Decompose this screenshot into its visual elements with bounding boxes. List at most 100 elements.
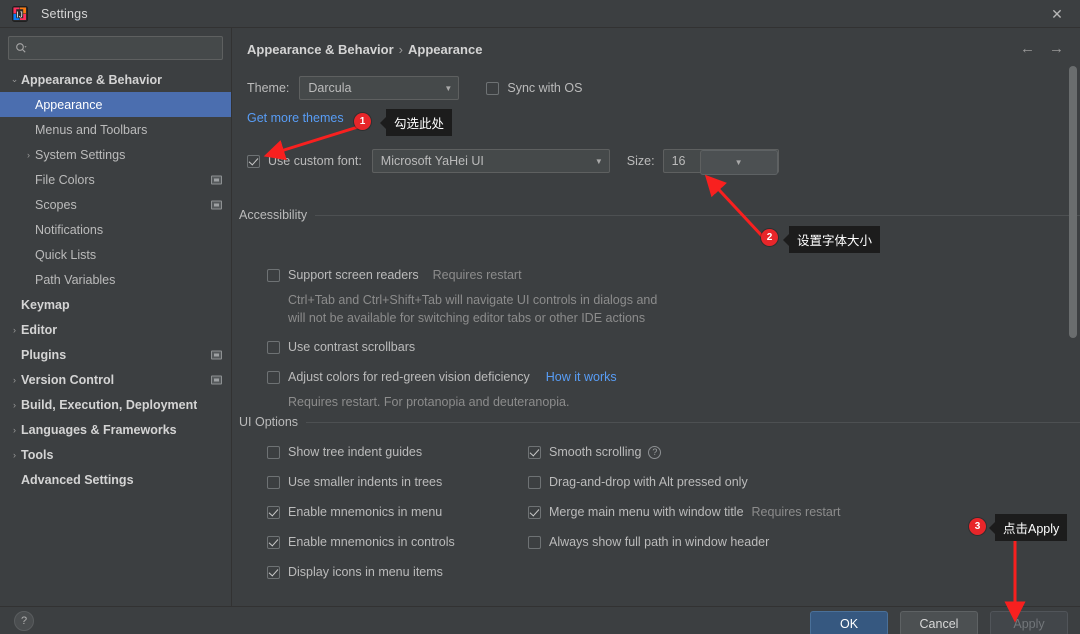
sidebar-item-label: Keymap — [21, 297, 70, 312]
screen-readers-description-line1: Ctrl+Tab and Ctrl+Shift+Tab will navigat… — [288, 293, 658, 307]
chevron-right-icon[interactable]: › — [8, 325, 21, 335]
theme-value: Darcula — [308, 81, 352, 95]
ui-option-row[interactable]: Merge main menu with window title Require… — [528, 505, 840, 519]
ui-option-checkbox[interactable] — [267, 535, 280, 549]
ui-options-group-header: UI Options — [239, 415, 1080, 429]
ui-options-title: UI Options — [239, 415, 299, 429]
sidebar-item-label: Appearance & Behavior — [21, 72, 163, 87]
dialog-footer: ? OK Cancel Apply — [0, 606, 1080, 634]
ok-button[interactable]: OK — [810, 611, 888, 634]
ui-option-row[interactable]: Use smaller indents in trees — [267, 475, 442, 489]
sidebar-item-label: System Settings — [35, 147, 126, 162]
ui-option-row[interactable]: Show tree indent guides — [267, 445, 422, 459]
sidebar-item-languages-frameworks[interactable]: › Languages & Frameworks — [0, 417, 231, 442]
scope-badge-icon — [211, 350, 222, 359]
ui-option-checkbox[interactable] — [267, 475, 280, 489]
sync-with-os-box[interactable] — [486, 81, 500, 95]
ui-option-checkbox[interactable] — [528, 535, 541, 549]
use-custom-font-checkbox[interactable] — [247, 154, 260, 168]
font-size-value: 16 — [671, 154, 686, 168]
sidebar-item-keymap[interactable]: Keymap — [0, 292, 231, 317]
use-contrast-scrollbars-label: Use contrast scrollbars — [288, 340, 416, 354]
sidebar-item-label: Appearance — [35, 97, 103, 112]
font-size-spinner[interactable]: 16 ▼ — [662, 149, 779, 175]
sidebar-item-plugins[interactable]: Plugins — [0, 342, 231, 367]
help-icon[interactable]: ? — [648, 445, 662, 459]
scope-badge-icon — [211, 175, 222, 184]
ui-option-label: Display icons in menu items — [288, 565, 443, 579]
sidebar-item-tools[interactable]: › Tools — [0, 442, 231, 467]
settings-dialog: IJ Settings ✕ ⌄ Appearance & Behavior Appe… — [0, 0, 1080, 634]
chevron-right-icon[interactable]: › — [22, 150, 35, 160]
chevron-right-icon[interactable]: › — [8, 375, 21, 385]
close-icon[interactable]: ✕ — [1034, 0, 1080, 28]
back-arrow-icon[interactable]: ← — [1020, 40, 1035, 57]
chevron-down-icon[interactable]: ⌄ — [8, 74, 21, 85]
sidebar-item-file-colors[interactable]: File Colors — [0, 167, 231, 192]
support-screen-readers-checkbox[interactable] — [267, 268, 280, 282]
accessibility-group-header: Accessibility — [239, 208, 1080, 222]
chevron-right-icon[interactable]: › — [8, 425, 21, 435]
sidebar-item-notifications[interactable]: Notifications — [0, 217, 231, 242]
theme-label: Theme: — [247, 81, 290, 95]
search-box[interactable] — [8, 36, 223, 60]
ui-option-row[interactable]: Enable mnemonics in controls — [267, 535, 455, 549]
sidebar-item-label: Build, Execution, Deployment — [21, 397, 198, 412]
ui-option-checkbox[interactable] — [267, 565, 280, 579]
ui-option-checkbox[interactable] — [267, 505, 280, 519]
ui-option-row[interactable]: Always show full path in window header — [528, 535, 769, 549]
ui-option-row[interactable]: Smooth scrolling? — [528, 445, 662, 459]
ui-option-checkbox[interactable] — [528, 445, 541, 459]
group-divider — [315, 214, 1080, 216]
use-custom-font-label: Use custom font: — [268, 154, 362, 168]
contrast-scrollbars-row: Use contrast scrollbars — [267, 340, 415, 354]
sidebar-item-build-execution-deployment[interactable]: › Build, Execution, Deployment — [0, 392, 231, 417]
search-input[interactable] — [32, 41, 212, 55]
annotation-tooltip-1: 勾选此处 — [386, 109, 453, 136]
sidebar-item-label: Scopes — [35, 197, 77, 212]
sidebar-item-appearance-behavior[interactable]: ⌄ Appearance & Behavior — [0, 67, 231, 92]
ui-option-checkbox[interactable] — [528, 505, 541, 519]
apply-button[interactable]: Apply — [990, 611, 1068, 634]
sidebar-item-scopes[interactable]: Scopes — [0, 192, 231, 217]
custom-font-row: Use custom font: Microsoft YaHei UI ▼ Si… — [247, 149, 779, 175]
breadcrumb-root[interactable]: Appearance & Behavior — [247, 42, 394, 57]
content-scrollbar[interactable] — [1069, 66, 1077, 338]
theme-row: Theme: Darcula ▼ Sync with OS — [247, 76, 582, 100]
how-it-works-link[interactable]: How it works — [546, 370, 617, 384]
ui-option-hint: Requires restart — [751, 505, 841, 519]
help-button[interactable]: ? — [14, 610, 34, 631]
forward-arrow-icon[interactable]: → — [1049, 40, 1064, 57]
ui-option-label: Enable mnemonics in controls — [288, 535, 455, 549]
sidebar-item-label: Menus and Toolbars — [35, 122, 148, 137]
sidebar-item-editor[interactable]: › Editor — [0, 317, 231, 342]
sidebar-item-advanced-settings[interactable]: Advanced Settings — [0, 467, 231, 492]
ui-option-row[interactable]: Enable mnemonics in menu — [267, 505, 442, 519]
adjust-colors-checkbox[interactable] — [267, 370, 280, 384]
sidebar-item-menus-and-toolbars[interactable]: Menus and Toolbars — [0, 117, 231, 142]
adjust-colors-description: Requires restart. For protanopia and deu… — [288, 395, 570, 409]
sidebar-item-quick-lists[interactable]: Quick Lists — [0, 242, 231, 267]
use-contrast-scrollbars-checkbox[interactable] — [267, 340, 280, 354]
ui-option-checkbox[interactable] — [267, 445, 280, 459]
theme-select[interactable]: Darcula ▼ — [299, 76, 460, 100]
breadcrumb: Appearance & Behavior › Appearance — [247, 42, 482, 57]
chevron-right-icon[interactable]: › — [8, 450, 21, 460]
sidebar-item-version-control[interactable]: › Version Control — [0, 367, 231, 392]
accessibility-title: Accessibility — [239, 208, 308, 222]
font-family-select[interactable]: Microsoft YaHei UI ▼ — [371, 149, 610, 173]
ui-option-row[interactable]: Drag-and-drop with Alt pressed only — [528, 475, 748, 489]
sync-with-os-checkbox[interactable]: Sync with OS — [486, 81, 582, 95]
chevron-right-icon[interactable]: › — [8, 400, 21, 410]
sidebar-item-path-variables[interactable]: Path Variables — [0, 267, 231, 292]
adjust-colors-label: Adjust colors for red-green vision defic… — [288, 370, 530, 384]
cancel-button[interactable]: Cancel — [900, 611, 978, 634]
ui-option-checkbox[interactable] — [528, 475, 541, 489]
get-more-themes-link[interactable]: Get more themes — [247, 111, 344, 125]
adjust-colors-row: Adjust colors for red-green vision defic… — [267, 370, 617, 384]
sidebar-item-label: File Colors — [35, 172, 95, 187]
ui-option-row[interactable]: Display icons in menu items — [267, 565, 443, 579]
sidebar-item-system-settings[interactable]: › System Settings — [0, 142, 231, 167]
sidebar-item-appearance[interactable]: Appearance — [0, 92, 231, 117]
chevron-down-icon[interactable]: ▼ — [699, 150, 778, 175]
